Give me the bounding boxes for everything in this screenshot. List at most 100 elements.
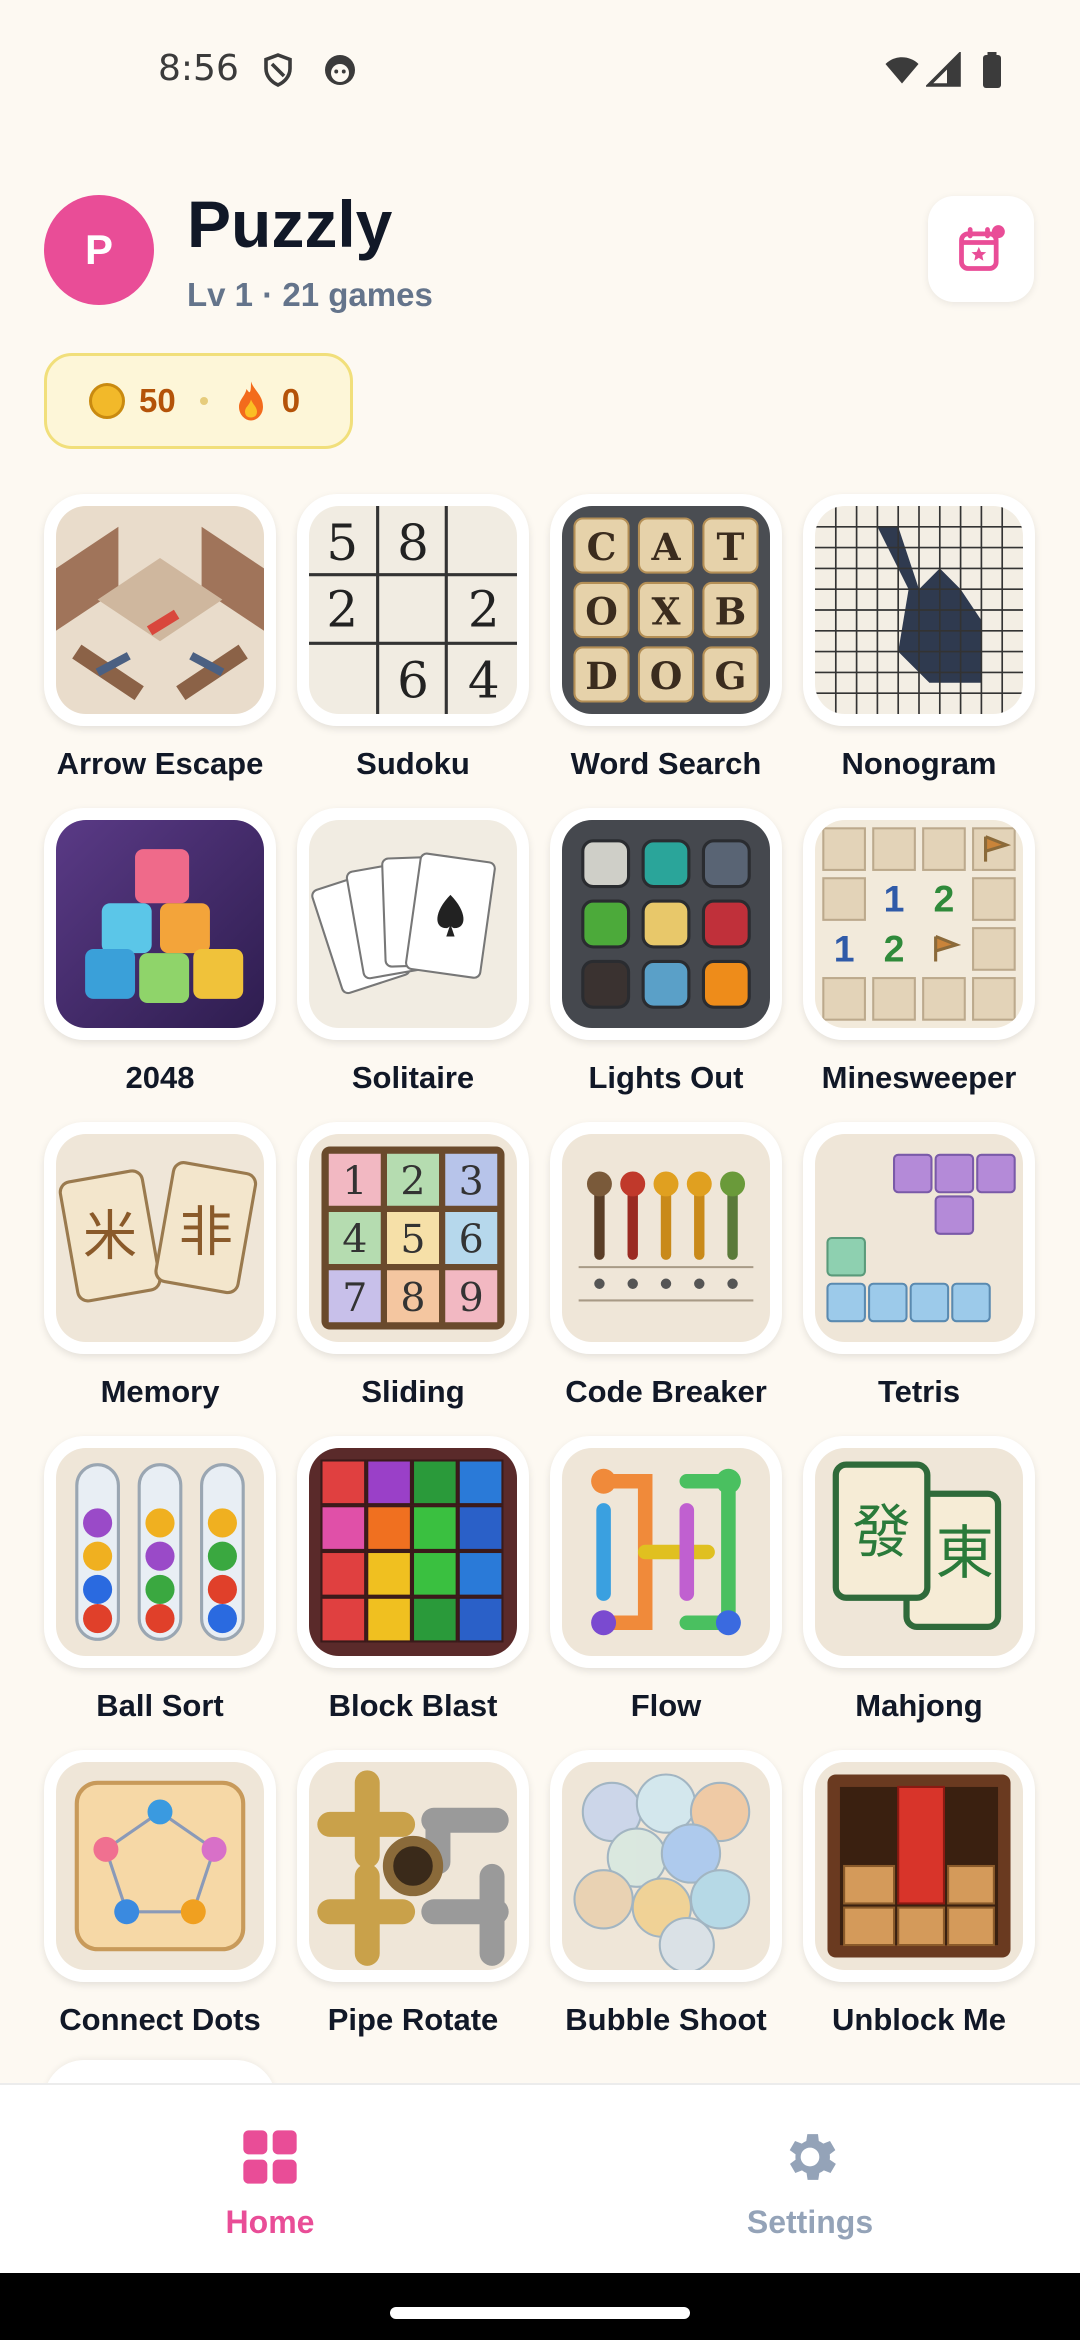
memory-cards-icon: 米 非	[56, 1134, 264, 1342]
nav-settings-label: Settings	[746, 2204, 874, 2240]
shield-icon	[264, 53, 292, 87]
sudoku-digit: 5	[326, 514, 358, 572]
game-label: Nonogram	[841, 746, 997, 781]
word-letter: B	[715, 590, 747, 634]
game-label: Memory	[100, 1374, 220, 1409]
dots-board-icon	[56, 1762, 264, 1970]
flow-pipes-icon	[562, 1448, 770, 1656]
game-tile-sudoku[interactable]: 5 8 2 2 6 4	[297, 494, 529, 726]
game-tile-pipe-rotate[interactable]	[297, 1750, 529, 1982]
game-tile-nonogram[interactable]	[803, 494, 1035, 726]
wifi-icon	[885, 57, 919, 84]
tetromino-icon	[815, 1134, 1023, 1342]
status-bar: 8:56	[0, 0, 1080, 130]
sudoku-digit: 2	[326, 581, 358, 639]
game-tile-arrow-escape[interactable]	[44, 494, 276, 726]
svg-text:2: 2	[934, 878, 955, 920]
svg-text:9: 9	[459, 1275, 484, 1321]
playing-cards-icon	[309, 820, 517, 1028]
face-icon	[325, 55, 355, 85]
svg-text:發: 發	[852, 1500, 910, 1565]
game-label: Minesweeper	[821, 1060, 1017, 1095]
game-tile-mahjong[interactable]: 發 東	[803, 1436, 1035, 1668]
game-label: Unblock Me	[832, 2002, 1006, 2037]
ball-tubes-icon	[56, 1448, 264, 1656]
grid-icon	[243, 2130, 297, 2184]
game-tile-word-search[interactable]: CAT OXB DOG	[550, 494, 782, 726]
sudoku-digit: 2	[468, 581, 500, 639]
game-tile-unblock-me[interactable]	[803, 1750, 1035, 1982]
svg-text:4: 4	[342, 1217, 367, 1263]
game-tile-tetris[interactable]	[803, 1122, 1035, 1354]
sudoku-digit: 6	[397, 651, 429, 709]
game-label: Arrow Escape	[56, 746, 264, 781]
nav-settings[interactable]: Settings	[710, 2125, 910, 2241]
word-letter: T	[717, 525, 745, 569]
game-label: Lights Out	[588, 1060, 744, 1095]
word-letter: X	[651, 590, 680, 634]
game-label: Ball Sort	[96, 1688, 224, 1723]
code-pegs-icon	[562, 1134, 770, 1342]
game-tile-memory[interactable]: 米 非	[44, 1122, 276, 1354]
signal-icon	[926, 52, 961, 87]
word-letter: G	[714, 654, 746, 698]
status-time: 8:56	[158, 48, 239, 89]
battery-icon	[983, 52, 1001, 88]
game-label: Flow	[630, 1688, 702, 1723]
bottom-nav: Home Settings	[0, 2083, 1080, 2273]
game-label: Mahjong	[855, 1688, 983, 1723]
nav-home[interactable]: Home	[170, 2125, 370, 2241]
game-label: 2048	[125, 1060, 195, 1095]
game-tile-block-blast[interactable]	[297, 1436, 529, 1668]
number-cubes-icon	[56, 820, 264, 1028]
game-tile-ball-sort[interactable]	[44, 1436, 276, 1668]
game-label: Sliding	[361, 1374, 465, 1409]
game-tile-bubble-shoot[interactable]	[550, 1750, 782, 1982]
game-tile-2048[interactable]	[44, 808, 276, 1040]
avatar[interactable]: P	[44, 195, 154, 305]
svg-text:2: 2	[400, 1158, 425, 1204]
svg-text:1: 1	[834, 927, 855, 969]
daily-challenge-button[interactable]	[928, 196, 1034, 302]
game-label: Block Blast	[328, 1688, 498, 1723]
svg-text:7: 7	[342, 1275, 367, 1321]
game-tile-flow[interactable]	[550, 1436, 782, 1668]
svg-text:3: 3	[459, 1158, 484, 1204]
game-label: Connect Dots	[59, 2002, 261, 2037]
svg-text:8: 8	[400, 1275, 425, 1321]
svg-text:非: 非	[179, 1202, 233, 1262]
app-title: Puzzly	[187, 187, 393, 261]
svg-text:1: 1	[342, 1158, 367, 1204]
game-tile-solitaire[interactable]	[297, 808, 529, 1040]
separator-dot	[199, 397, 208, 405]
sudoku-digit: 4	[468, 651, 500, 709]
game-label: Tetris	[877, 1374, 961, 1409]
word-letter: D	[585, 654, 617, 698]
game-tile-minesweeper[interactable]: 1 2 1 2	[803, 808, 1035, 1040]
metal-pipes-icon	[309, 1762, 517, 1970]
flame-icon	[238, 381, 263, 421]
game-tile-connect-dots[interactable]	[44, 1750, 276, 1982]
svg-text:1: 1	[884, 878, 905, 920]
home-gesture-handle[interactable]	[390, 2307, 690, 2319]
word-letter: O	[585, 590, 618, 634]
svg-text:2: 2	[884, 927, 905, 969]
color-blocks-icon	[309, 1448, 517, 1656]
game-tile-sliding[interactable]: 123 456 789	[297, 1122, 529, 1354]
mine-grid-icon: 1 2 1 2	[815, 820, 1023, 1028]
calendar-star-icon	[959, 225, 1005, 271]
currency-chip[interactable]: 50 0	[44, 353, 353, 449]
game-label: Word Search	[570, 746, 762, 781]
coin-count: 50	[139, 382, 176, 419]
avatar-letter: P	[84, 226, 113, 273]
game-label: Code Breaker	[565, 1374, 767, 1409]
gear-icon	[789, 2134, 836, 2180]
game-tile-code-breaker[interactable]	[550, 1122, 782, 1354]
bubbles-icon	[562, 1762, 770, 1974]
pixel-grid-icon	[815, 506, 1023, 714]
game-label: Sudoku	[356, 746, 470, 781]
word-letter: O	[650, 654, 683, 698]
coin-icon	[89, 383, 125, 419]
game-tile-lights-out[interactable]	[550, 808, 782, 1040]
arrow-maze-icon	[56, 506, 264, 714]
